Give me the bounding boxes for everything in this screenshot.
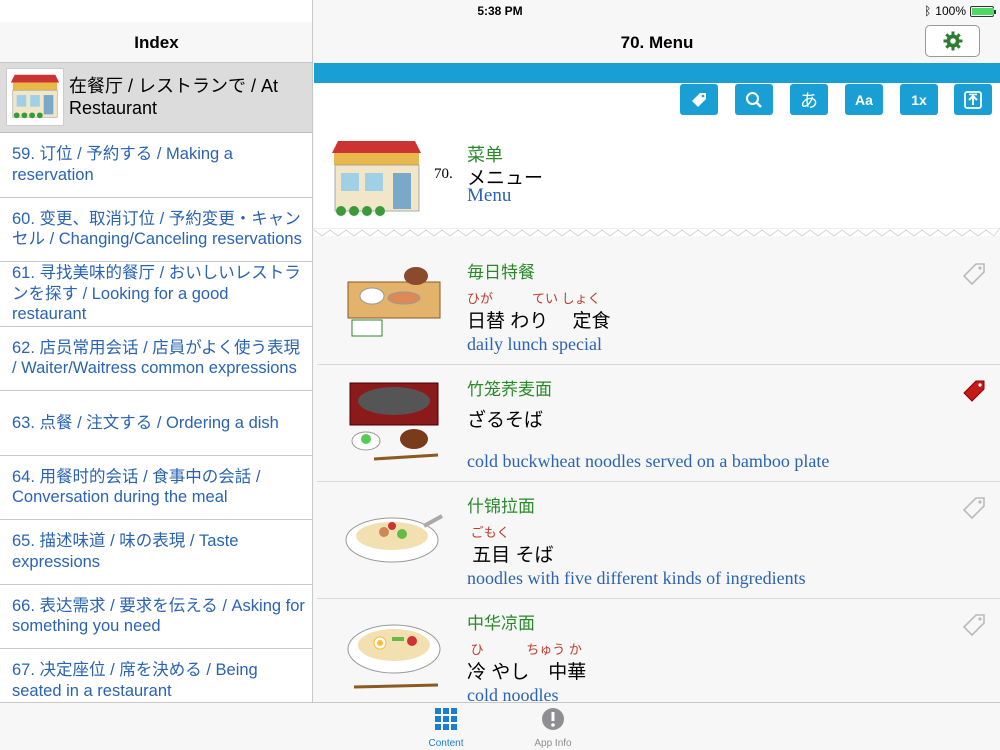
vocab-entry[interactable]: 竹笼荞麦面 ざるそば cold buckwheat noodles served… (317, 365, 1000, 482)
vocab-entry[interactable]: 中华凉面 ひ ちゅう か 冷 やし 中華 cold noodles (317, 599, 1000, 702)
tab-app-info[interactable]: App Info (518, 707, 588, 749)
lesson-number: 70. (434, 166, 453, 182)
chapter-list: 59. 订位 / 予約する / Making a reservation 60.… (0, 133, 312, 702)
entry-japanese: ざるそば (467, 410, 544, 431)
zigzag-divider (314, 228, 1000, 237)
tag-icon[interactable] (960, 611, 988, 639)
tag-icon (692, 92, 706, 107)
entry-english: daily lunch special (467, 334, 602, 354)
entry-chinese: 毎日特餐 (467, 263, 535, 282)
zaru-soba-illustration (349, 382, 439, 461)
list-item[interactable]: 65. 描述味道 / 味の表現 / Taste expressions (0, 520, 312, 585)
list-item[interactable]: 61. 寻找美味的餐厅 / おいしいレストランを探す / Looking for… (0, 262, 312, 327)
tab-content-label: Content (428, 738, 464, 749)
scroll-top-button[interactable] (954, 84, 992, 115)
list-item[interactable]: 60. 变更、取消订位 / 予約変更・キャンセル / Changing/Canc… (0, 198, 312, 262)
lunch-set-illustration (347, 267, 441, 337)
section-header[interactable]: 在餐厅 / レストランで / At Restaurant (0, 63, 312, 133)
list-item[interactable]: 59. 订位 / 予約する / Making a reservation (0, 133, 312, 198)
tag-icon[interactable] (960, 377, 988, 405)
entry-chinese: 什锦拉面 (467, 497, 535, 516)
detail-nav-bar: 70. Menu (314, 22, 1000, 63)
kana-toggle-button[interactable]: あ (790, 84, 828, 115)
restaurant-illustration (332, 141, 421, 216)
lesson-header: 70. 菜单 メニュー Menu (314, 121, 1000, 236)
bookmark-tag-button[interactable] (680, 84, 718, 115)
list-item[interactable]: 62. 店员常用会话 / 店員がよく使う表現 / Waiter/Waitress… (0, 327, 312, 391)
tab-bar: Content App Info (0, 702, 1000, 750)
lesson-title-english: Menu (467, 185, 512, 206)
list-item[interactable]: 63. 点餐 / 注文する / Ordering a dish (0, 391, 312, 456)
entry-furigana: ひが てい しょく (467, 291, 601, 306)
search-icon (746, 91, 762, 108)
playback-speed-button[interactable]: 1x (900, 84, 938, 115)
tab-content[interactable]: Content (411, 707, 481, 749)
font-size-button[interactable]: Aa (845, 84, 883, 115)
vocab-entry[interactable]: 毎日特餐 ひが てい しょく 日替 わり 定食 daily lunch spec… (317, 248, 1000, 365)
tag-icon[interactable] (960, 260, 988, 288)
toolbar: あ Aa 1x (314, 83, 1000, 121)
index-pane: Index 在餐厅 / レストランで / At Restaurant 59. 订… (0, 0, 313, 702)
gomoku-soba-illustration (345, 514, 443, 563)
entry-english: cold buckwheat noodles served on a bambo… (467, 451, 830, 471)
accent-bar (314, 63, 1000, 83)
grid-icon (435, 708, 457, 730)
info-icon (542, 708, 564, 730)
page-title: 70. Menu (620, 33, 694, 52)
vocabulary-list: 毎日特餐 ひが てい しょく 日替 わり 定食 daily lunch spec… (314, 248, 1000, 702)
entry-chinese: 中华凉面 (467, 614, 535, 633)
battery-percent: 100% (935, 4, 966, 18)
index-title: Index (0, 22, 312, 63)
list-item[interactable]: 67. 决定座位 / 席を決める / Being seated in a res… (0, 649, 312, 702)
tag-icon[interactable] (960, 494, 988, 522)
list-item[interactable]: 64. 用餐时的会话 / 食事中の会話 / Conversation durin… (0, 456, 312, 520)
entry-english: noodles with five different kinds of ing… (467, 568, 806, 588)
restaurant-thumbnail (6, 68, 64, 126)
entry-furigana: ごもく (467, 525, 510, 540)
entry-english: cold noodles (467, 685, 559, 702)
entry-japanese: 冷 やし 中華 (467, 662, 587, 683)
tab-app-info-label: App Info (534, 738, 572, 749)
entry-japanese: 五目 そば (467, 545, 554, 566)
vocab-entry[interactable]: 什锦拉面 ごもく 五目 そば noodles with five differe… (317, 482, 1000, 599)
battery-icon (970, 5, 996, 17)
entry-japanese: 日替 わり 定食 (467, 311, 611, 332)
section-title: 在餐厅 / レストランで / At Restaurant (69, 76, 279, 118)
arrow-up-icon (964, 90, 982, 109)
list-item[interactable]: 66. 表达需求 / 要求を伝える / Asking for something… (0, 585, 312, 649)
gear-icon (943, 31, 962, 51)
bluetooth-icon: ᛒ (924, 4, 932, 18)
entry-chinese: 竹笼荞麦面 (467, 380, 552, 399)
settings-button[interactable] (925, 25, 980, 57)
search-button[interactable] (735, 84, 773, 115)
entry-furigana: ひ ちゅう か (467, 642, 582, 657)
hiyashi-chuka-illustration (347, 624, 441, 689)
